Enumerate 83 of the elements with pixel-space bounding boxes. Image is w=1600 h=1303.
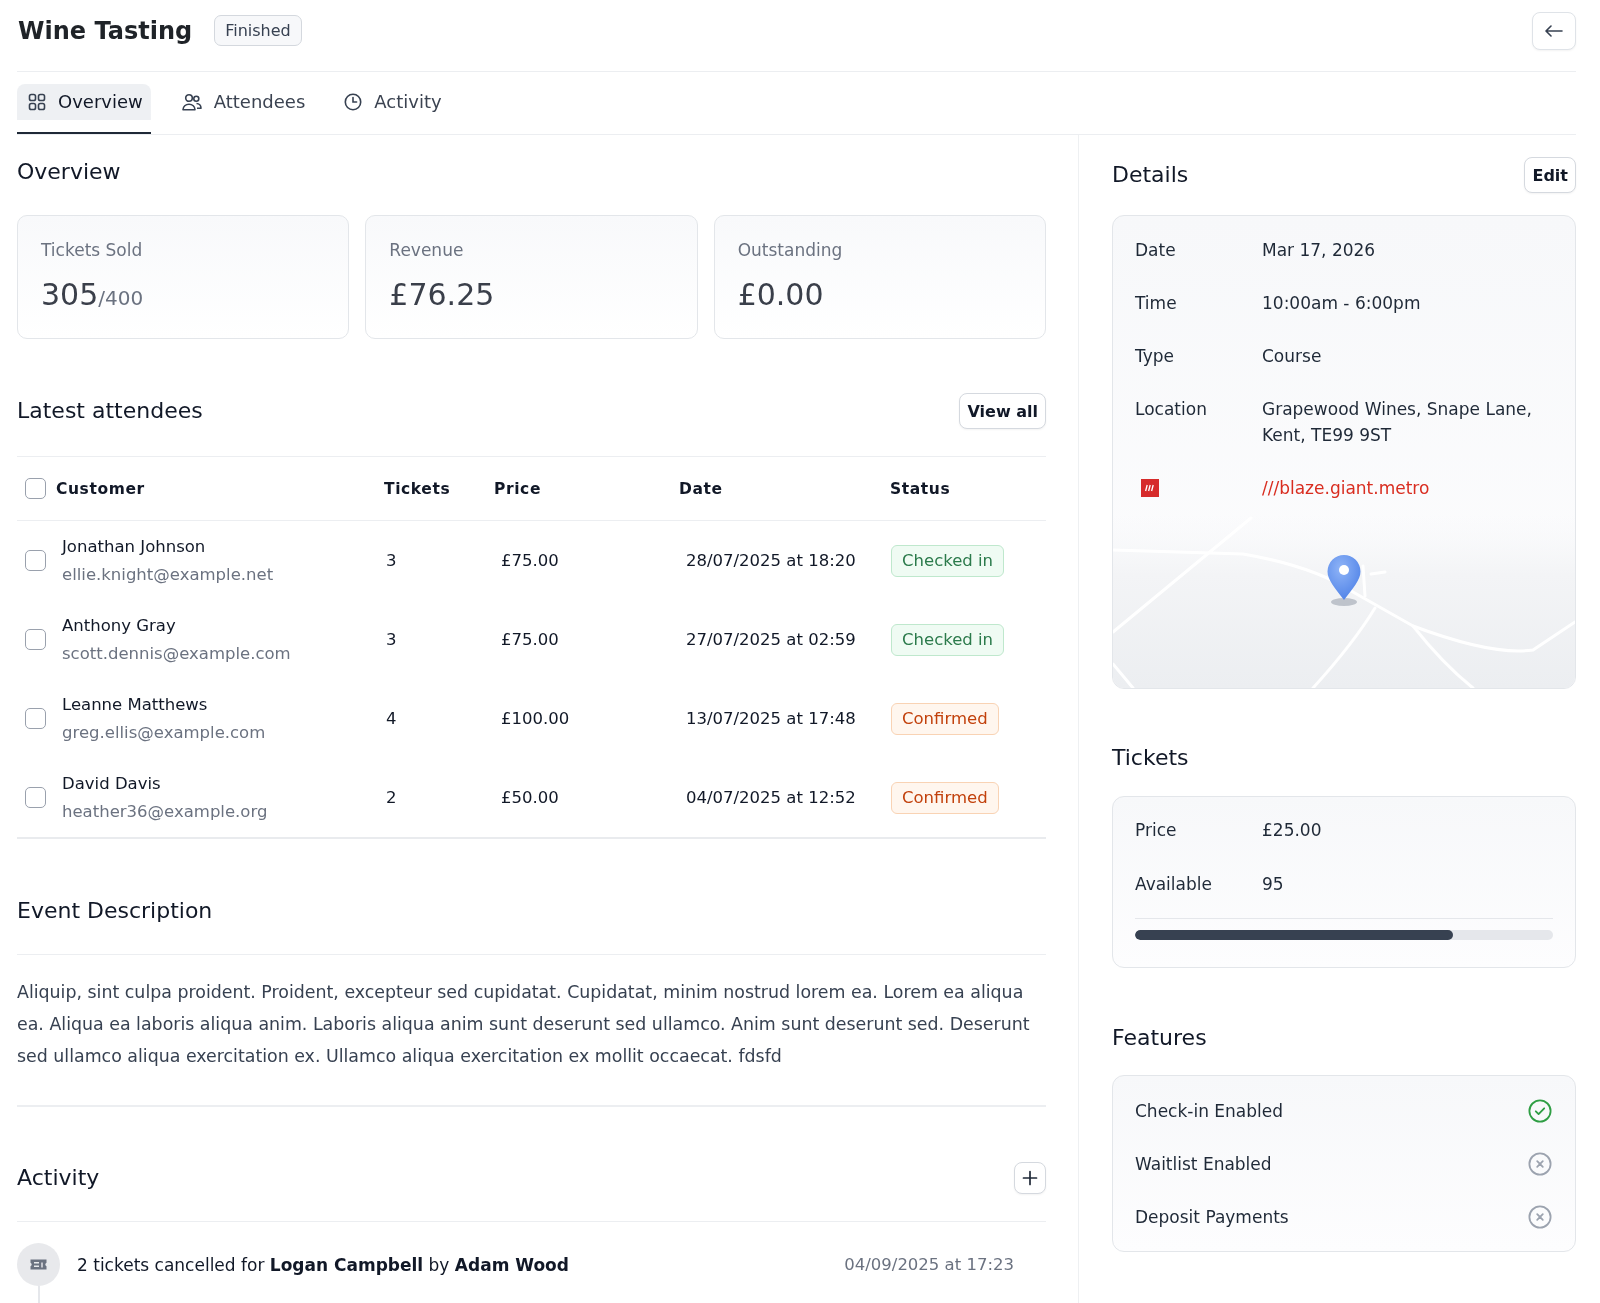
column-header: Status	[890, 479, 952, 498]
clock-icon	[344, 93, 363, 111]
order-price: £100.00	[500, 709, 571, 728]
feature-label: Waitlist Enabled	[1135, 1154, 1272, 1174]
page-title: Wine Tasting	[18, 15, 193, 46]
customer-name: Anthony Gray	[62, 614, 177, 637]
stat-value: £0.00	[737, 277, 824, 312]
tab[interactable]: Activity	[333, 84, 450, 134]
detail-label: Type	[1135, 345, 1176, 368]
column-header: Customer	[56, 479, 146, 498]
ticket-count: 4	[385, 709, 398, 728]
customer-email: heather36@example.org	[62, 800, 269, 823]
customer-email: greg.ellis@example.com	[62, 721, 267, 744]
activity-time: 04/09/2025 at 17:23	[844, 1255, 1014, 1274]
status-badge: Finished	[214, 15, 302, 46]
status-badge: Confirmed	[891, 702, 999, 735]
order-date: 27/07/2025 at 02:59	[685, 630, 857, 649]
section-title: Features	[1112, 1024, 1208, 1052]
section-title: Details	[1112, 161, 1189, 189]
feature-label: Check-in Enabled	[1135, 1101, 1284, 1121]
detail-label: Price	[1135, 819, 1178, 842]
row-checkbox[interactable]	[25, 629, 46, 650]
feature-label: Deposit Payments	[1135, 1207, 1289, 1227]
customer-name: David Davis	[62, 772, 162, 795]
ticket-count: 3	[385, 551, 398, 570]
select-all-checkbox[interactable]	[25, 478, 46, 499]
row-checkbox[interactable]	[25, 708, 46, 729]
arrow-left-icon	[1545, 24, 1563, 37]
order-date: 28/07/2025 at 18:20	[685, 551, 857, 570]
stat-total: /400	[98, 286, 144, 310]
section-title: Activity	[17, 1164, 100, 1192]
column-header: Tickets	[384, 479, 452, 498]
detail-label: Location	[1135, 398, 1208, 421]
section-title: Latest attendees	[17, 397, 203, 425]
customer-name: Jonathan Johnson	[62, 535, 207, 558]
order-price: £50.00	[500, 788, 560, 807]
slashes-icon	[1141, 479, 1159, 497]
tab[interactable]: Attendees	[170, 84, 314, 134]
customer-email: ellie.knight@example.net	[62, 563, 275, 586]
stat-label: Outstanding	[737, 239, 844, 261]
order-date: 13/07/2025 at 17:48	[685, 709, 857, 728]
detail-label: Time	[1135, 292, 1178, 315]
row-checkbox[interactable]	[25, 550, 46, 571]
grid-icon	[28, 93, 46, 111]
description-text: Aliquip, sint culpa proident. Proident, excepteur sed cupidatat. Cupidatat, minim nostrud lorem ea. Lorem ea aliqua ea. Aliqua ea laboris aliqua anim. Laboris aliqua anim sunt deserunt sed ullamco. Anim sunt deserunt sed. Deserunt sed ullamco aliqua exercitation ex. Ullamco aliqua exercitation ex mollit occaecat. fdsfd	[17, 981, 1031, 1068]
activity-text: 2 tickets cancelled for Logan Campbell by Adam Wood	[77, 1254, 569, 1275]
stat-label: Revenue	[389, 239, 465, 261]
detail-value: 95	[1262, 873, 1285, 896]
ticket-count: 3	[385, 630, 398, 649]
section-title: Overview	[17, 158, 122, 186]
status-badge: Confirmed	[891, 781, 999, 814]
detail-value: Course	[1262, 345, 1323, 368]
status-badge: Checked in	[891, 623, 1005, 656]
detail-label: Available	[1135, 873, 1213, 896]
tab[interactable]: Overview	[17, 84, 151, 134]
section-title: Event Description	[17, 897, 214, 925]
row-checkbox[interactable]	[25, 787, 46, 808]
order-price: £75.00	[500, 630, 560, 649]
stat-value: 305	[41, 277, 99, 312]
detail-label: Date	[1135, 239, 1177, 262]
order-date: 04/07/2025 at 12:52	[685, 788, 857, 807]
detail-value: Grapewood Wines, Snape Lane, Kent, TE99 9ST	[1262, 398, 1533, 447]
status-badge: Checked in	[891, 544, 1005, 577]
ticket-count: 2	[385, 788, 398, 807]
people-icon	[181, 93, 202, 111]
detail-value: £25.00	[1262, 819, 1323, 842]
detail-value: Mar 17, 2026	[1262, 239, 1377, 262]
section-title: Tickets	[1112, 744, 1190, 772]
map-pin-icon	[1327, 555, 1361, 606]
location-link[interactable]: ///blaze.giant.metro	[1262, 475, 1430, 501]
customer-name: Leanne Matthews	[62, 693, 209, 716]
add-button[interactable]	[1014, 1162, 1046, 1194]
plus-icon	[1022, 1170, 1038, 1186]
stat-label: Tickets Sold	[41, 239, 144, 261]
back-button[interactable]	[1532, 11, 1576, 50]
column-header: Date	[679, 479, 724, 498]
order-price: £75.00	[500, 551, 560, 570]
customer-email: scott.dennis@example.com	[62, 642, 292, 665]
edit-button[interactable]: Edit	[1524, 157, 1576, 193]
column-header: Price	[494, 479, 543, 498]
view-all-button[interactable]: View all	[959, 393, 1046, 429]
stat-value: £76.25	[389, 277, 495, 312]
detail-value: 10:00am - 6:00pm	[1262, 292, 1422, 315]
